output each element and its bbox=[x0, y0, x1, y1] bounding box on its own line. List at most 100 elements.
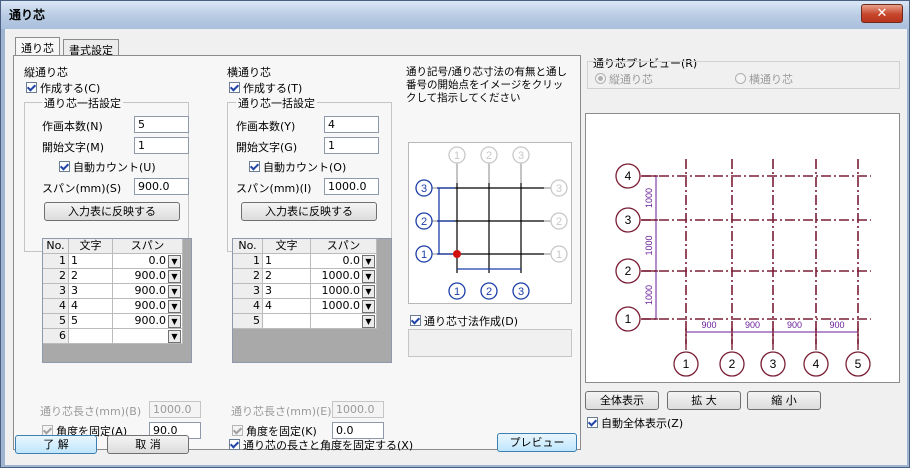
preview-left-label: 4 bbox=[625, 169, 632, 183]
chevron-down-icon[interactable]: ▼ bbox=[362, 285, 375, 298]
mini-grid-light-lines bbox=[429, 163, 554, 258]
mini-left-label: 1 bbox=[421, 249, 427, 261]
vertical-span-input[interactable]: 900.0 bbox=[134, 178, 189, 195]
preview-left-label: 1 bbox=[625, 312, 632, 326]
horizontal-length-label: 通り芯長さ(mm)(E) bbox=[231, 405, 332, 418]
fix-length-angle-label: 通り芯の長さと角度を固定する(X) bbox=[243, 439, 414, 452]
horizontal-row-no: 4 bbox=[233, 299, 263, 314]
horizontal-row-no: 3 bbox=[233, 284, 263, 299]
horizontal-start-input[interactable]: 1 bbox=[324, 137, 379, 154]
span-label-y: 1000 bbox=[644, 285, 654, 305]
dimension-create-checkbox[interactable] bbox=[410, 315, 421, 326]
vertical-row-no: 3 bbox=[43, 284, 69, 299]
mini-grid-diagram[interactable]: 1 2 3 1 2 3 3 2 1 3 2 1 bbox=[408, 142, 572, 304]
vertical-row-char[interactable]: 3 bbox=[69, 284, 113, 299]
chevron-down-icon[interactable]: ▼ bbox=[168, 270, 181, 283]
window-title: 通り芯 bbox=[9, 8, 46, 22]
horizontal-row-char[interactable]: 4 bbox=[263, 299, 311, 314]
horizontal-autocount-checkbox[interactable] bbox=[249, 161, 260, 172]
mini-left-label: 2 bbox=[421, 216, 427, 228]
preview-bottom-label: 1 bbox=[683, 357, 690, 371]
chevron-down-icon[interactable]: ▼ bbox=[168, 285, 181, 298]
chevron-down-icon[interactable]: ▼ bbox=[362, 270, 375, 283]
vertical-start-input[interactable]: 1 bbox=[134, 137, 189, 154]
zoom-in-button[interactable]: 拡 大 bbox=[667, 391, 741, 410]
vertical-row-char[interactable]: 5 bbox=[69, 314, 113, 329]
fit-all-button[interactable]: 全体表示 bbox=[585, 391, 659, 410]
horizontal-count-label: 作画本数(Y) bbox=[236, 120, 296, 133]
vertical-length-input[interactable]: 1000.0 bbox=[149, 401, 201, 418]
mini-grid-blue-dims bbox=[437, 187, 521, 270]
preview-svg: 900 900 900 900 1000 1000 1000 1 2 3 4 5 4 3 2 1 bbox=[615, 159, 871, 377]
horizontal-autocount-label: 自動カウント(O) bbox=[263, 161, 347, 174]
mini-grid-dark-lines bbox=[437, 183, 544, 273]
vertical-col-span: スパン bbox=[113, 239, 183, 254]
dimension-create-label: 通り芯寸法作成(D) bbox=[424, 315, 519, 328]
mini-right-label: 2 bbox=[556, 216, 562, 228]
mini-left-label: 3 bbox=[421, 183, 427, 195]
horizontal-col-no: No. bbox=[233, 239, 263, 254]
preview-canvas: 900 900 900 900 1000 1000 1000 1 2 3 4 5 4 3 2 1 bbox=[585, 113, 900, 383]
title-bar: 通り芯 ✕ bbox=[1, 1, 909, 29]
vertical-length-label: 通り芯長さ(mm)(B) bbox=[40, 405, 142, 418]
horizontal-row-char[interactable]: 3 bbox=[263, 284, 311, 299]
vertical-row-no: 1 bbox=[43, 254, 69, 269]
preview-bottom-label: 2 bbox=[729, 357, 736, 371]
horizontal-create-checkbox[interactable] bbox=[229, 82, 240, 93]
horizontal-angle-checkbox[interactable] bbox=[232, 425, 243, 436]
horizontal-col-char: 文字 bbox=[263, 239, 311, 254]
fix-length-angle-checkbox[interactable] bbox=[229, 439, 240, 450]
vertical-row-char[interactable]: 4 bbox=[69, 299, 113, 314]
ok-button[interactable]: 了 解 bbox=[15, 435, 97, 454]
mini-grid-svg: 1 2 3 1 2 3 3 2 1 3 2 1 bbox=[415, 146, 568, 300]
radio-horizontal[interactable] bbox=[735, 73, 746, 84]
mini-top-label: 1 bbox=[454, 150, 460, 162]
vertical-row-no: 6 bbox=[43, 329, 69, 344]
horizontal-length-input[interactable]: 1000.0 bbox=[332, 401, 384, 418]
chevron-down-icon[interactable]: ▼ bbox=[168, 315, 181, 328]
zoom-out-button[interactable]: 縮 小 bbox=[747, 391, 821, 410]
vertical-row-char[interactable]: 1 bbox=[69, 254, 113, 269]
vertical-row-char[interactable] bbox=[69, 329, 113, 344]
horizontal-apply-button[interactable]: 入力表に反映する bbox=[241, 202, 377, 221]
chevron-down-icon[interactable]: ▼ bbox=[168, 255, 181, 268]
preview-left-label: 2 bbox=[625, 264, 632, 278]
cancel-button[interactable]: 取 消 bbox=[107, 435, 189, 454]
preview-button[interactable]: プレビュー bbox=[497, 433, 577, 452]
vertical-row-char[interactable]: 2 bbox=[69, 269, 113, 284]
horizontal-col-span: スパン bbox=[311, 239, 377, 254]
horizontal-row-char[interactable]: 2 bbox=[263, 269, 311, 284]
span-label-x: 900 bbox=[829, 320, 844, 330]
hint-text: 通り記号/通り芯寸法の有無と通し番号の開始点をイメージをクリックして指示してくだ… bbox=[406, 66, 568, 104]
vertical-create-checkbox[interactable] bbox=[26, 82, 37, 93]
span-label-x: 900 bbox=[787, 320, 802, 330]
vertical-apply-button[interactable]: 入力表に反映する bbox=[44, 202, 180, 221]
chevron-down-icon[interactable]: ▼ bbox=[168, 300, 181, 313]
dialog-window: 通り芯 ✕ 通り芯 書式設定 縦通り芯 作成する(C) 通り芯一括設定 作画本数… bbox=[0, 0, 910, 468]
chevron-down-icon[interactable]: ▼ bbox=[362, 300, 375, 313]
chevron-down-icon[interactable]: ▼ bbox=[168, 330, 181, 343]
auto-fit-checkbox[interactable] bbox=[587, 417, 598, 428]
mini-start-point[interactable] bbox=[453, 250, 461, 258]
tab-grid-lines[interactable]: 通り芯 bbox=[15, 37, 60, 57]
horizontal-row-char[interactable] bbox=[263, 314, 311, 329]
vertical-batch-heading: 通り芯一括設定 bbox=[42, 95, 123, 111]
mini-top-label: 3 bbox=[518, 150, 524, 162]
chevron-down-icon[interactable]: ▼ bbox=[362, 255, 375, 268]
preview-bottom-label: 4 bbox=[813, 357, 820, 371]
radio-vertical[interactable] bbox=[595, 73, 606, 84]
horizontal-span-label: スパン(mm)(I) bbox=[236, 182, 312, 195]
vertical-col-no: No. bbox=[43, 239, 69, 254]
horizontal-count-input[interactable]: 4 bbox=[324, 116, 379, 133]
horizontal-span-input[interactable]: 1000.0 bbox=[324, 178, 379, 195]
close-button[interactable]: ✕ bbox=[861, 4, 903, 23]
vertical-autocount-checkbox[interactable] bbox=[59, 161, 70, 172]
preview-bottom-label: 5 bbox=[855, 357, 862, 371]
horizontal-row-char[interactable]: 1 bbox=[263, 254, 311, 269]
vertical-count-input[interactable]: 5 bbox=[134, 116, 189, 133]
horizontal-row-no: 5 bbox=[233, 314, 263, 329]
horizontal-heading: 横通り芯 bbox=[227, 66, 271, 79]
preview-bottom-label: 3 bbox=[770, 357, 777, 371]
tab-panel: 縦通り芯 作成する(C) 通り芯一括設定 作画本数(N) 5 開始文字(M) 1… bbox=[13, 55, 581, 450]
chevron-down-icon[interactable]: ▼ bbox=[362, 315, 375, 328]
